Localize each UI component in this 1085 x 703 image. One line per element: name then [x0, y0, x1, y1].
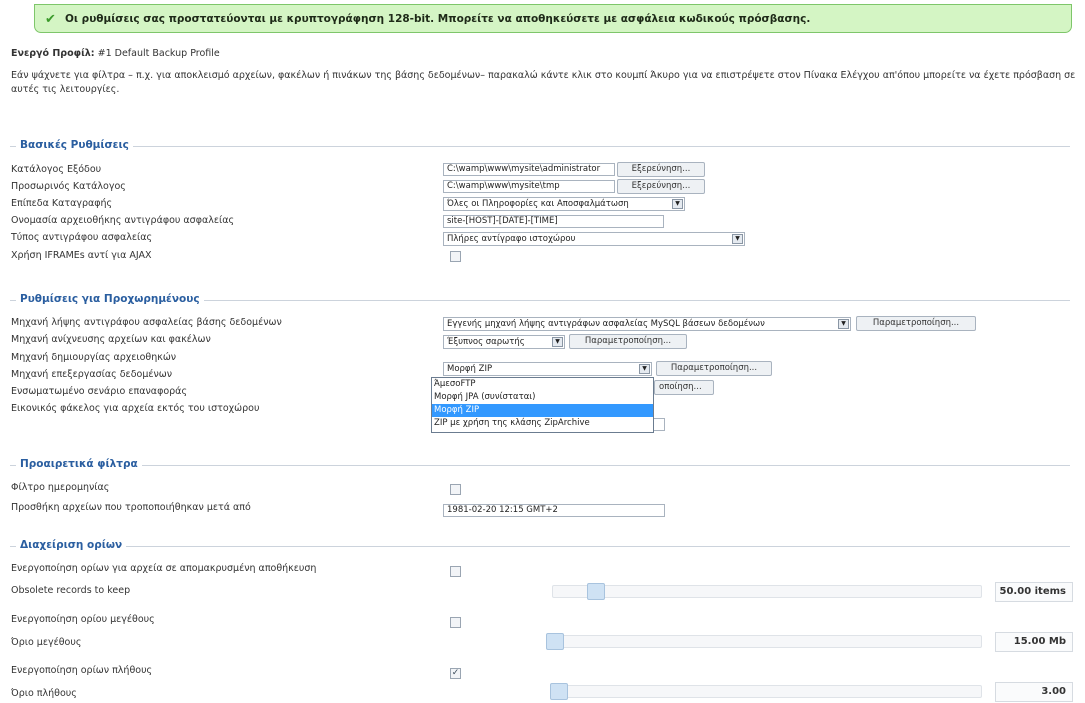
size-quota-enable-label: Ενεργοποίηση ορίου μεγέθους [11, 614, 155, 625]
temp-dir-input[interactable]: C:\wamp\www\mysite\tmp [443, 180, 615, 193]
backup-type-select[interactable]: Πλήρες αντίγραφο ιστοχώρου ▼ [443, 232, 745, 246]
basic-settings-legend: Βασικές Ρυθμίσεις [16, 139, 133, 151]
archiver-option[interactable]: ΆμεσοFTP [432, 378, 653, 391]
log-level-select[interactable]: Όλες οι Πληροφορίες και Αποσφαλμάτωση ▼ [443, 197, 685, 211]
obsolete-records-label: Obsolete records to keep [11, 585, 131, 596]
quota-legend: Διαχείριση ορίων [16, 539, 127, 551]
intro-text: Εάν ψάχνετε για φίλτρα – π.χ. για αποκλε… [11, 70, 1076, 95]
obsolete-records-slider-handle[interactable] [587, 583, 605, 600]
browse-output-button[interactable]: Εξερεύνηση... [617, 162, 705, 177]
size-quota-label: Όριο μεγέθους [11, 637, 82, 648]
db-engine-value: Εγγενής μηχανή λήψης αντιγράφων ασφαλεία… [447, 319, 765, 329]
modified-after-label: Προσθήκη αρχείων που τροποποιήθηκαν μετά… [11, 502, 251, 513]
output-dir-input[interactable]: C:\wamp\www\mysite\administrator [443, 163, 615, 176]
backup-type-label: Τύπος αντιγράφου ασφαλείας [11, 232, 153, 243]
db-engine-select[interactable]: Εγγενής μηχανή λήψης αντιγράφων ασφαλεία… [443, 317, 851, 331]
restore-label: Ενσωματωμένο σενάριο επαναφοράς [11, 386, 188, 397]
size-quota-slider-handle[interactable] [546, 633, 564, 650]
backup-type-value: Πλήρες αντίγραφο ιστοχώρου [447, 234, 576, 244]
count-quota-value: 3.00 [995, 682, 1073, 702]
filters-legend: Προαιρετικά φίλτρα [16, 458, 142, 470]
scan-engine-value: Έξυπνος σαρωτής [447, 337, 525, 347]
iframes-label: Χρήση IFRAMEs αντί για AJAX [11, 250, 152, 261]
configure-archiver-button[interactable]: Παραμετροποίηση... [656, 361, 772, 376]
size-quota-checkbox[interactable] [450, 617, 461, 628]
count-quota-enable-label: Ενεργοποίηση ορίων πλήθους [11, 665, 153, 676]
count-quota-checkbox[interactable]: ✓ [450, 668, 461, 679]
count-quota-label: Όριο πλήθους [11, 688, 77, 699]
active-profile-value: #1 Default Backup Profile [97, 48, 220, 59]
chevron-down-icon[interactable]: ▼ [672, 199, 683, 209]
modified-after-input[interactable]: 1981-02-20 12:15 GMT+2 [443, 504, 665, 517]
active-profile: Ενεργό Προφίλ: #1 Default Backup Profile [11, 48, 220, 59]
size-quota-value: 15.00 Mb [995, 632, 1073, 652]
obsolete-records-slider[interactable] [552, 585, 982, 598]
count-quota-slider-handle[interactable] [550, 683, 568, 700]
remote-quota-checkbox[interactable] [450, 566, 461, 577]
configure-scan-button[interactable]: Παραμετροποίηση... [569, 334, 687, 349]
notice-text: Οι ρυθμίσεις σας προστατεύονται με κρυπτ… [65, 13, 811, 25]
temp-dir-label: Προσωρινός Κατάλογος [11, 181, 126, 192]
iframes-checkbox[interactable] [450, 251, 461, 262]
chevron-down-icon[interactable]: ▼ [639, 364, 650, 374]
scan-engine-label: Μηχανή ανίχνευσης αρχείων και φακέλων [11, 334, 211, 345]
advanced-settings-legend: Ρυθμίσεις για Προχωρημένους [16, 293, 204, 305]
archiver-option-selected[interactable]: Μορφή ZIP [432, 404, 653, 417]
archiver-dropdown-list[interactable]: ΆμεσοFTP Μορφή JPA (συνίσταται) Μορφή ZI… [431, 377, 654, 433]
obsolete-records-value: 50.00 items [995, 582, 1073, 602]
chevron-down-icon[interactable]: ▼ [552, 337, 563, 347]
chevron-down-icon[interactable]: ▼ [838, 319, 849, 329]
filters-group: Προαιρετικά φίλτρα [10, 458, 1070, 530]
archiver-select[interactable]: Μορφή ZIP ▼ [443, 362, 652, 376]
active-profile-label: Ενεργό Προφίλ: [11, 48, 95, 59]
remote-quota-label: Ενεργοποίηση ορίων για αρχεία σε απομακρ… [11, 563, 317, 574]
log-level-value: Όλες οι Πληροφορίες και Αποσφαλμάτωση [447, 199, 629, 209]
archiver-label: Μηχανή δημιουργίας αρχειοθηκών [11, 352, 177, 363]
virtual-folder-label: Εικονικός φάκελος για αρχεία εκτός του ι… [11, 403, 260, 414]
db-engine-label: Μηχανή λήψης αντιγράφου ασφαλείας βάσης … [11, 317, 282, 328]
date-filter-checkbox[interactable] [450, 484, 461, 495]
log-level-label: Επίπεδα Καταγραφής [11, 198, 113, 209]
count-quota-slider[interactable] [550, 685, 982, 698]
scan-engine-select[interactable]: Έξυπνος σαρωτής ▼ [443, 335, 565, 349]
archive-name-input[interactable]: site-[HOST]-[DATE]-[TIME] [443, 215, 664, 228]
chevron-down-icon[interactable]: ▼ [732, 234, 743, 244]
configure-db-button[interactable]: Παραμετροποίηση... [856, 316, 976, 331]
archiver-option[interactable]: ZIP με χρήση της κλάσης ZipArchive [432, 417, 653, 430]
date-filter-label: Φίλτρο ημερομηνίας [11, 482, 110, 493]
archiver-option[interactable]: Μορφή JPA (συνίσταται) [432, 391, 653, 404]
archive-name-label: Ονομασία αρχειοθήκης αντιγράφου ασφαλεία… [11, 215, 235, 226]
processing-label: Μηχανή επεξεργασίας δεδομένων [11, 369, 173, 380]
browse-temp-button[interactable]: Εξερεύνηση... [617, 179, 705, 194]
encryption-notice: ✔ Οι ρυθμίσεις σας προστατεύονται με κρυ… [34, 4, 1072, 33]
configure-processing-button[interactable]: οποίηση... [654, 380, 714, 395]
output-dir-label: Κατάλογος Εξόδου [11, 164, 102, 175]
archiver-value: Μορφή ZIP [447, 364, 493, 374]
checkmark-icon: ✔ [45, 12, 56, 27]
size-quota-slider[interactable] [546, 635, 982, 648]
